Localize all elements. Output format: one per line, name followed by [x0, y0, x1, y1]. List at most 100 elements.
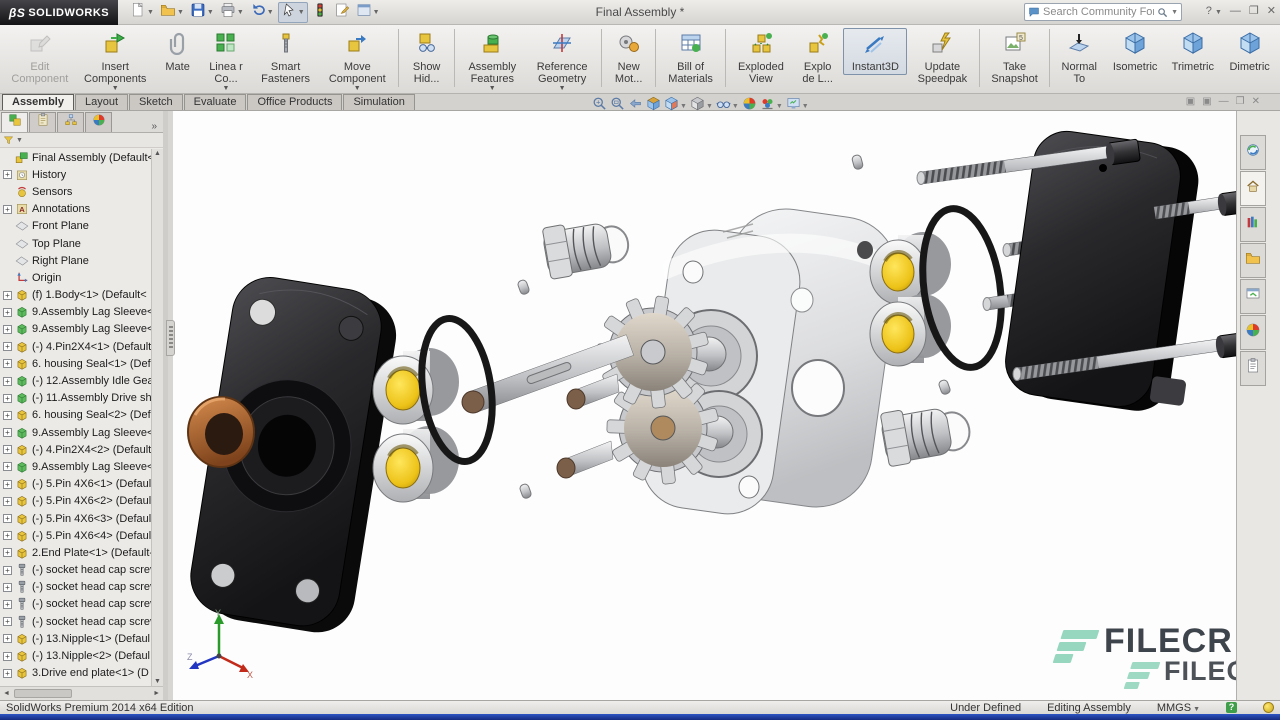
- expand-icon[interactable]: +: [3, 342, 12, 351]
- taskpane-appearances-scenes-button[interactable]: [1240, 315, 1266, 350]
- panel-tab-feature-manager[interactable]: [1, 112, 28, 132]
- save-button[interactable]: ▼: [188, 2, 216, 23]
- view-orientation-button[interactable]: ▼: [664, 96, 687, 116]
- apply-scene-button[interactable]: ▼: [760, 96, 783, 116]
- panel-tab-display-manager[interactable]: [85, 112, 112, 132]
- dowel-pin-2[interactable]: [519, 483, 532, 499]
- taskpane-design-library-button[interactable]: [1240, 207, 1266, 242]
- file-properties-button[interactable]: [332, 2, 352, 23]
- undo-button[interactable]: ▼: [248, 2, 276, 23]
- ribbon-update-speedpak-button[interactable]: Update Speedpak: [909, 28, 975, 86]
- tree-item[interactable]: +(-) 13.Nipple<2> (Defaul: [0, 647, 156, 664]
- panel-tab-configuration-manager[interactable]: [57, 112, 84, 132]
- tree-horizontal-scrollbar[interactable]: ◄►: [0, 686, 163, 700]
- tree-item[interactable]: +(f) 1.Body<1> (Default<: [0, 287, 156, 304]
- pane-toggle-icon-1[interactable]: ▣: [1186, 96, 1195, 107]
- display-style-button[interactable]: ▼: [690, 96, 713, 116]
- tree-item[interactable]: +History: [0, 166, 156, 183]
- tree-item[interactable]: +(-) socket head cap screv: [0, 613, 156, 630]
- dropdown-arrow-icon[interactable]: ▼: [298, 9, 305, 16]
- tree-item[interactable]: +6. housing Seal<2> (Def: [0, 407, 156, 424]
- ribbon-bill-of-materials-button[interactable]: Bill of Materials: [660, 28, 720, 86]
- dropdown-arrow-icon[interactable]: ▼: [373, 9, 380, 16]
- dowel-pin-4[interactable]: [851, 154, 863, 170]
- lag-sleeve-2[interactable]: [373, 426, 459, 502]
- tree-item[interactable]: +Right Plane: [0, 252, 156, 269]
- tree-vertical-scrollbar[interactable]: ▲▼: [151, 149, 163, 686]
- expand-icon[interactable]: +: [3, 514, 12, 523]
- pane-toggle-icon-2[interactable]: ▣: [1202, 96, 1211, 107]
- close-button[interactable]: ✕: [1267, 4, 1276, 17]
- scroll-right-arrow[interactable]: ►: [153, 690, 160, 697]
- new-document-button[interactable]: ▼: [128, 2, 156, 23]
- expand-icon[interactable]: +: [3, 445, 12, 454]
- minimize-button[interactable]: —: [1230, 5, 1241, 17]
- ribbon-assembly-features-button[interactable]: Assembly Features▼: [459, 28, 525, 93]
- dropdown-arrow-icon[interactable]: ▼: [354, 86, 361, 92]
- expand-icon[interactable]: +: [3, 462, 12, 471]
- dropdown-arrow-icon[interactable]: ▼: [776, 103, 783, 110]
- panel-splitter-handle[interactable]: [166, 320, 175, 356]
- taskpane-view-palette-button[interactable]: [1240, 279, 1266, 314]
- scroll-up-arrow[interactable]: ▲: [154, 150, 161, 157]
- dropdown-arrow-icon[interactable]: ▼: [706, 103, 713, 110]
- expand-icon[interactable]: +: [3, 291, 12, 300]
- ribbon-explo-de-l-button[interactable]: Explo de L...: [794, 28, 841, 86]
- expand-icon[interactable]: +: [3, 531, 12, 540]
- tree-item[interactable]: +Top Plane: [0, 235, 156, 252]
- help-button[interactable]: ? ▼: [1206, 5, 1222, 17]
- taskpane-solidworks-resources-button[interactable]: [1240, 135, 1266, 170]
- tree-item[interactable]: +Origin: [0, 269, 156, 286]
- tree-item[interactable]: +9.Assembly Lag Sleeve<: [0, 424, 156, 441]
- dowel-pin-3[interactable]: [938, 379, 951, 395]
- tab-layout[interactable]: Layout: [75, 94, 128, 110]
- rebuild-button[interactable]: [310, 2, 330, 23]
- expand-icon[interactable]: +: [3, 394, 12, 403]
- dropdown-arrow-icon[interactable]: ▼: [732, 103, 739, 110]
- tree-item[interactable]: +9.Assembly Lag Sleeve<: [0, 321, 156, 338]
- expand-icon[interactable]: +: [3, 170, 12, 179]
- dropdown-arrow-icon[interactable]: ▼: [267, 9, 274, 16]
- expand-icon[interactable]: +: [3, 359, 12, 368]
- doc-close-button[interactable]: ✕: [1252, 96, 1260, 107]
- nipple-fitting-2[interactable]: [879, 399, 973, 467]
- scroll-left-arrow[interactable]: ◄: [3, 690, 10, 697]
- dropdown-arrow-icon[interactable]: ▼: [680, 103, 687, 110]
- tree-item[interactable]: +(-) 5.Pin 4X6<4> (Defaul: [0, 527, 156, 544]
- expand-icon[interactable]: +: [3, 669, 12, 678]
- doc-restore-button[interactable]: ❐: [1236, 96, 1245, 107]
- expand-icon[interactable]: +: [3, 480, 12, 489]
- tree-item[interactable]: +(-) 5.Pin 4X6<1> (Defaul: [0, 476, 156, 493]
- units-selector[interactable]: MMGS▼: [1157, 702, 1200, 714]
- taskpane-home-button[interactable]: [1240, 171, 1266, 206]
- open-button[interactable]: ▼: [158, 2, 186, 23]
- options-button[interactable]: ▼: [354, 2, 382, 23]
- ribbon-reference-geometry-button[interactable]: Reference Geometry▼: [527, 28, 597, 93]
- expand-icon[interactable]: +: [3, 548, 12, 557]
- filter-funnel-icon[interactable]: [3, 135, 14, 146]
- previous-view-button[interactable]: [628, 96, 643, 116]
- exploded-assembly-view[interactable]: [173, 111, 1236, 700]
- tree-item[interactable]: +2.End Plate<1> (Default-: [0, 544, 156, 561]
- tab-evaluate[interactable]: Evaluate: [184, 94, 247, 110]
- ribbon-insert-components-button[interactable]: Insert Components▼: [77, 28, 154, 93]
- doc-minimize-button[interactable]: —: [1219, 96, 1229, 107]
- expand-icon[interactable]: +: [3, 205, 12, 214]
- taskpane-custom-properties-button[interactable]: [1240, 351, 1266, 386]
- ribbon-dimetric-button[interactable]: Dimetric: [1222, 28, 1277, 75]
- tab-simulation[interactable]: Simulation: [343, 94, 414, 110]
- tree-item[interactable]: +9.Assembly Lag Sleeve<-: [0, 458, 156, 475]
- expand-icon[interactable]: +: [3, 497, 12, 506]
- ribbon-linea-r-co-button[interactable]: Linea r Co...▼: [201, 28, 250, 93]
- tree-item[interactable]: +(-) 11.Assembly Drive sh: [0, 390, 156, 407]
- dropdown-arrow-icon[interactable]: ▼: [559, 86, 566, 92]
- tree-item[interactable]: +Sensors: [0, 183, 156, 200]
- ribbon-show-hid-button[interactable]: Show Hid...: [403, 28, 450, 86]
- hide-show-items-button[interactable]: ▼: [716, 96, 739, 116]
- tree-item[interactable]: +AAnnotations: [0, 201, 156, 218]
- tree-item[interactable]: +Front Plane: [0, 218, 156, 235]
- tree-filter-row[interactable]: ▼: [0, 133, 163, 148]
- expand-icon[interactable]: +: [3, 600, 12, 609]
- scrollbar-thumb[interactable]: [14, 689, 72, 698]
- dropdown-arrow-icon[interactable]: ▼: [223, 86, 230, 92]
